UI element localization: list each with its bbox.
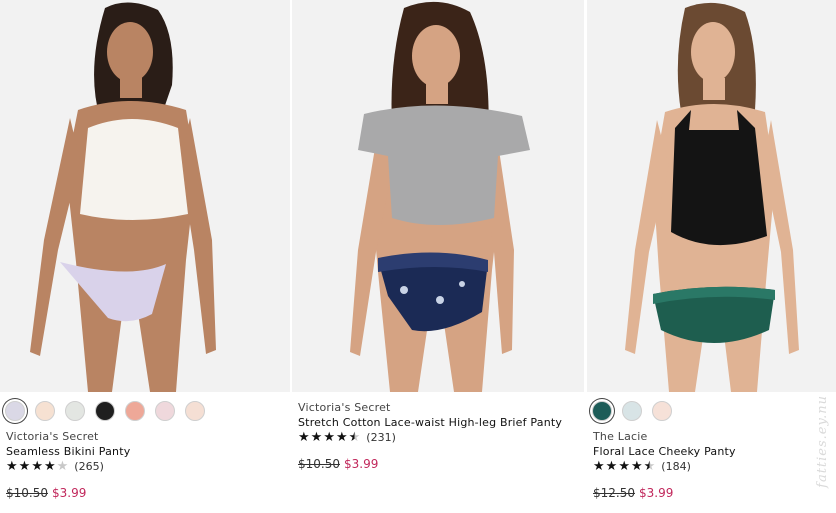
watermark: fatties.ey.nu	[815, 395, 830, 488]
star-icon: ★	[310, 430, 323, 445]
review-count: (184)	[661, 460, 691, 473]
product-card-1[interactable]: Victoria's Secret Seamless Bikini Panty …	[0, 0, 290, 513]
star-icon: ★	[323, 430, 335, 445]
color-swatch[interactable]	[65, 401, 85, 421]
color-swatches-1	[5, 401, 205, 421]
product-card-2[interactable]: Victoria's Secret Stretch Cotton Lace-wa…	[292, 0, 584, 513]
star-icon: ★	[43, 459, 56, 474]
product-title-link[interactable]: Seamless Bikini Panty	[6, 445, 130, 458]
product-image-3[interactable]	[587, 0, 836, 392]
color-swatch[interactable]	[185, 401, 205, 421]
star-icon: ★	[298, 430, 310, 445]
product-rating[interactable]: ★ ★ ★ ★ ★ (265)	[6, 460, 104, 473]
star-half-icon: ★	[643, 459, 656, 474]
product-image-1[interactable]	[0, 0, 290, 392]
product-title-link[interactable]: Floral Lace Cheeky Panty	[593, 445, 736, 458]
star-icon: ★	[618, 459, 630, 474]
star-icon: ★	[18, 459, 31, 474]
original-price: $12.50	[593, 486, 635, 500]
product-price: $10.50 $3.99	[298, 457, 378, 471]
sale-price: $3.99	[52, 486, 87, 500]
product-image-2[interactable]	[292, 0, 584, 392]
product-brand: The Lacie	[593, 430, 648, 443]
color-swatch[interactable]	[5, 401, 25, 421]
star-icon: ★	[31, 459, 43, 474]
product-title-link[interactable]: Stretch Cotton Lace-waist High-leg Brief…	[298, 416, 562, 429]
star-icon: ★	[630, 459, 643, 474]
review-count: (265)	[74, 460, 104, 473]
color-swatch[interactable]	[95, 401, 115, 421]
color-swatch[interactable]	[35, 401, 55, 421]
product-price: $12.50 $3.99	[593, 486, 673, 500]
product-card-3[interactable]: The Lacie Floral Lace Cheeky Panty ★ ★ ★…	[587, 0, 836, 513]
star-icon: ★	[6, 459, 18, 474]
star-icon: ★	[593, 459, 605, 474]
review-count: (231)	[366, 431, 396, 444]
color-swatch[interactable]	[622, 401, 642, 421]
original-price: $10.50	[6, 486, 48, 500]
product-grid: Victoria's Secret Seamless Bikini Panty …	[0, 0, 836, 513]
original-price: $10.50	[298, 457, 340, 471]
product-rating[interactable]: ★ ★ ★ ★ ★ (184)	[593, 460, 691, 473]
sale-price: $3.99	[639, 486, 674, 500]
color-swatches-3	[592, 401, 672, 421]
star-half-icon: ★	[348, 430, 361, 445]
product-brand: Victoria's Secret	[6, 430, 99, 443]
star-icon: ★	[335, 430, 348, 445]
star-icon: ★	[605, 459, 618, 474]
color-swatch[interactable]	[592, 401, 612, 421]
color-swatch[interactable]	[125, 401, 145, 421]
star-empty-icon: ★	[56, 459, 69, 474]
color-swatch[interactable]	[155, 401, 175, 421]
product-rating[interactable]: ★ ★ ★ ★ ★ (231)	[298, 431, 396, 444]
product-brand: Victoria's Secret	[298, 401, 391, 414]
color-swatch[interactable]	[652, 401, 672, 421]
product-price: $10.50 $3.99	[6, 486, 86, 500]
sale-price: $3.99	[344, 457, 379, 471]
